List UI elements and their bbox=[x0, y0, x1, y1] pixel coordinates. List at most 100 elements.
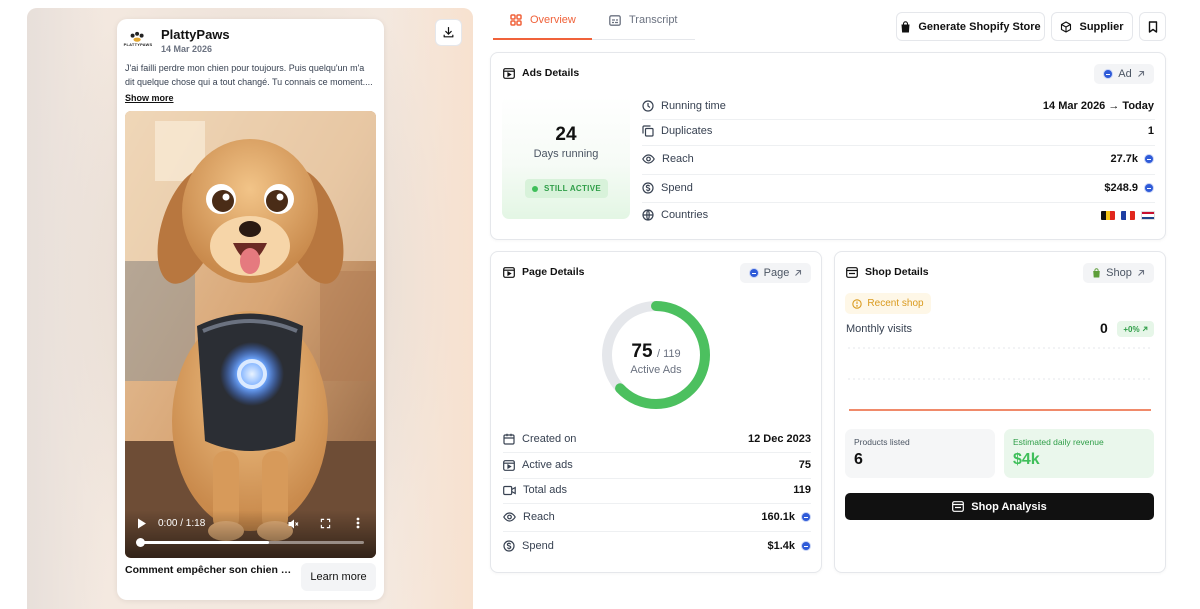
tab-overview[interactable]: Overview bbox=[510, 14, 576, 26]
status-badge: STILL ACTIVE bbox=[525, 179, 608, 198]
ad-icon bbox=[503, 67, 515, 79]
clock-icon bbox=[642, 100, 654, 112]
brand-name[interactable]: PlattyPaws bbox=[161, 27, 230, 42]
flag-nl-icon bbox=[1141, 211, 1155, 220]
duplicates-row: Duplicates bbox=[642, 125, 712, 137]
flag-fr-icon bbox=[1121, 211, 1135, 220]
page-link-button[interactable]: Page bbox=[740, 263, 811, 283]
duplicates-label: Duplicates bbox=[661, 125, 713, 137]
ad-icon bbox=[503, 459, 515, 471]
calendar-icon bbox=[503, 433, 515, 445]
ad-link-label: Ad bbox=[1118, 68, 1132, 80]
play-button[interactable] bbox=[137, 518, 147, 529]
status-dot bbox=[532, 185, 539, 192]
page-reach-row: Reach bbox=[503, 511, 555, 523]
page-spend-label: Spend bbox=[522, 540, 554, 552]
generate-shopify-store-label: Generate Shopify Store bbox=[918, 20, 1041, 33]
monthly-visits-value: 0 bbox=[1100, 320, 1108, 336]
active-tab-indicator bbox=[493, 38, 592, 40]
ad-body-text: J'ai failli perdre mon chien pour toujou… bbox=[125, 63, 373, 87]
meta-icon bbox=[1103, 69, 1114, 79]
shop-details-title: Shop Details bbox=[865, 266, 929, 278]
monthly-visits-label: Monthly visits bbox=[846, 323, 913, 335]
total-ads-label: Total ads bbox=[523, 484, 568, 496]
tab-transcript[interactable]: Transcript bbox=[609, 14, 678, 26]
spend-label: Spend bbox=[661, 182, 693, 194]
row-divider bbox=[642, 145, 1155, 146]
learn-more-button[interactable]: Learn more bbox=[301, 563, 376, 591]
dollar-icon bbox=[503, 540, 515, 552]
shop-analysis-button[interactable]: Shop Analysis bbox=[845, 493, 1154, 520]
video-more-button[interactable] bbox=[356, 517, 360, 529]
shopify-bag-icon bbox=[1092, 268, 1101, 278]
spend-value-wrap: $248.9 bbox=[960, 182, 1154, 194]
video-progress-fill bbox=[138, 541, 269, 544]
flag-be-icon bbox=[1101, 211, 1115, 220]
clock-icon bbox=[852, 298, 863, 309]
spend-value: $248.9 bbox=[1104, 182, 1138, 194]
meta-icon bbox=[748, 268, 759, 278]
ad-link-button[interactable]: Ad bbox=[1094, 64, 1154, 84]
shop-details-header: Shop Details bbox=[846, 266, 929, 278]
total-ads-row: Total ads bbox=[503, 484, 567, 496]
page-spend-value: $1.4k bbox=[767, 540, 795, 552]
copy-icon bbox=[642, 125, 654, 137]
meta-icon bbox=[801, 512, 811, 522]
products-listed-value: 6 bbox=[854, 451, 863, 468]
download-icon bbox=[442, 26, 455, 39]
page-link-label: Page bbox=[763, 267, 790, 279]
ad-date: 14 Mar 2026 bbox=[161, 44, 213, 54]
external-arrow-icon bbox=[1137, 70, 1145, 78]
countries-row: Countries bbox=[642, 209, 708, 221]
countries-label: Countries bbox=[661, 209, 709, 221]
external-arrow-icon bbox=[1137, 269, 1145, 277]
muted-speaker-icon bbox=[287, 518, 299, 530]
country-flags bbox=[1101, 211, 1155, 220]
active-ads-row-label: Active ads bbox=[522, 459, 573, 471]
fullscreen-button[interactable] bbox=[320, 518, 331, 529]
video-progress-handle[interactable] bbox=[136, 538, 145, 547]
external-arrow-icon bbox=[794, 269, 802, 277]
generate-shopify-store-button[interactable]: Generate Shopify Store bbox=[896, 12, 1045, 41]
bookmark-button[interactable] bbox=[1139, 12, 1166, 41]
page-icon bbox=[503, 266, 515, 278]
row-divider bbox=[503, 452, 811, 453]
visits-chart bbox=[848, 347, 1152, 411]
page-reach-value: 160.1k bbox=[761, 511, 795, 523]
ad-headline: Comment empêcher son chien de fuguer bbox=[125, 564, 297, 576]
visits-change-text: +0% bbox=[1123, 324, 1140, 334]
page-details-header: Page Details bbox=[503, 266, 584, 278]
supplier-button[interactable]: Supplier bbox=[1051, 12, 1133, 41]
subtitles-icon bbox=[609, 14, 621, 26]
shop-link-label: Shop bbox=[1106, 267, 1132, 279]
page-spend-value-wrap: $1.4k bbox=[660, 540, 811, 552]
video-player[interactable] bbox=[125, 111, 376, 558]
active-ads-count: 75 bbox=[631, 341, 653, 362]
running-time-row: Running time bbox=[642, 100, 726, 112]
active-ads-row-value: 75 bbox=[798, 459, 811, 471]
meta-icon bbox=[1144, 154, 1154, 164]
eye-icon bbox=[503, 512, 516, 522]
shop-link-button[interactable]: Shop bbox=[1083, 263, 1154, 283]
reach-value: 27.7k bbox=[1110, 153, 1138, 165]
download-button[interactable] bbox=[435, 19, 462, 46]
bookmark-icon bbox=[1148, 20, 1158, 33]
recent-shop-badge: Recent shop bbox=[845, 293, 931, 314]
eye-icon bbox=[642, 154, 655, 164]
show-more-link[interactable]: Show more bbox=[125, 93, 174, 103]
package-icon bbox=[1060, 20, 1072, 33]
created-on-value: 12 Dec 2023 bbox=[748, 433, 811, 445]
page-reach-value-wrap: 160.1k bbox=[660, 511, 811, 523]
shopping-bag-icon bbox=[900, 20, 911, 33]
play-icon bbox=[137, 518, 147, 529]
days-running-label: Days running bbox=[533, 148, 599, 160]
reach-row: Reach bbox=[642, 153, 694, 165]
globe-icon bbox=[642, 209, 654, 221]
grid-icon bbox=[510, 14, 522, 26]
video-icon bbox=[503, 485, 516, 496]
active-ads-label: Active Ads bbox=[630, 364, 682, 376]
meta-icon bbox=[801, 541, 811, 551]
meta-icon bbox=[1144, 183, 1154, 193]
mute-button[interactable] bbox=[287, 518, 299, 530]
row-divider bbox=[642, 119, 1155, 120]
